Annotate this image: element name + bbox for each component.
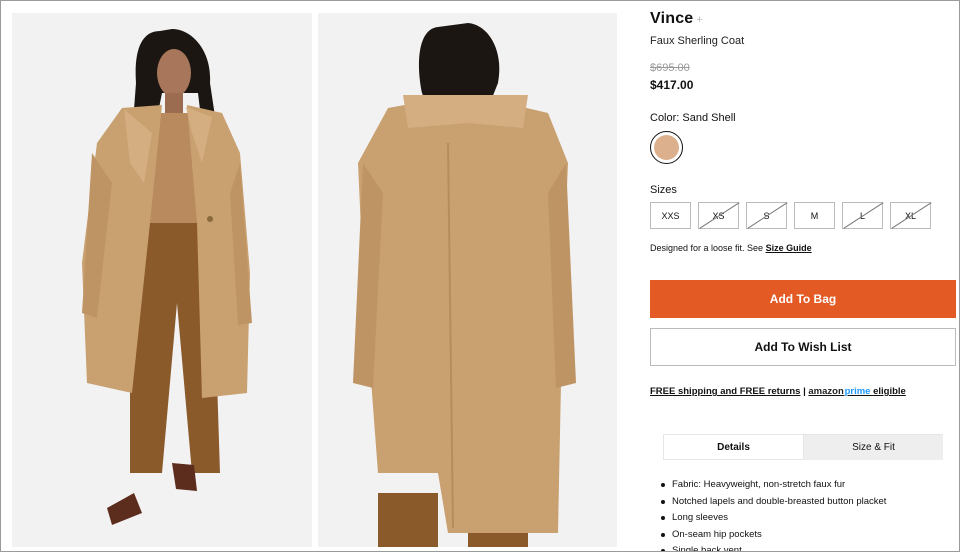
list-item: Single back vent [650, 543, 886, 551]
brand-name[interactable]: Vince + [650, 10, 703, 28]
sizes-label: Sizes [650, 184, 677, 196]
amazon-logo: amazon [808, 386, 844, 397]
shipping-info: FREE shipping and FREE returns | amazon … [650, 386, 906, 397]
size-guide-link[interactable]: Size Guide [766, 243, 812, 253]
sale-price: $417.00 [650, 78, 694, 92]
size-option-l[interactable]: L [842, 202, 883, 229]
list-item: Long sleeves [650, 510, 886, 527]
product-name: Faux Sherling Coat [650, 35, 745, 47]
list-item: On-seam hip pockets [650, 527, 886, 544]
eligible-text: eligible [873, 386, 906, 397]
size-option-xxs[interactable]: XXS [650, 202, 691, 229]
list-item: Fabric: Heavyweight, non-stretch faux fu… [650, 477, 886, 494]
swatch-fill [654, 135, 679, 160]
color-label: Color: Sand Shell [650, 112, 736, 124]
prime-logo: prime [844, 386, 871, 397]
size-selector: XXS XS S M L XL [650, 202, 931, 229]
info-tabs: Details Size & Fit [663, 435, 943, 460]
product-page: Vince + Faux Sherling Coat $695.00 $417.0… [0, 0, 960, 552]
size-option-xs[interactable]: XS [698, 202, 739, 229]
free-shipping-link[interactable]: FREE shipping and FREE returns [650, 386, 800, 397]
size-option-xl[interactable]: XL [890, 202, 931, 229]
tab-details[interactable]: Details [663, 435, 804, 460]
product-image-back[interactable] [318, 13, 617, 547]
original-price: $695.00 [650, 62, 690, 74]
model-back-illustration [318, 13, 617, 547]
details-list: Fabric: Heavyweight, non-stretch faux fu… [650, 477, 886, 551]
shipping-separator: | [803, 386, 806, 397]
follow-brand-icon[interactable]: + [696, 14, 703, 26]
size-option-s[interactable]: S [746, 202, 787, 229]
list-item: Notched lapels and double-breasted butto… [650, 494, 886, 511]
color-swatch-sand-shell[interactable] [650, 131, 683, 164]
add-to-bag-button[interactable]: Add To Bag [650, 280, 956, 318]
fit-note-text: Designed for a loose fit. See [650, 243, 766, 253]
amazon-prime-link[interactable]: amazon prime eligible [808, 386, 905, 397]
model-front-illustration [12, 13, 312, 547]
tab-size-fit[interactable]: Size & Fit [804, 435, 943, 460]
add-to-wish-list-button[interactable]: Add To Wish List [650, 328, 956, 366]
size-option-m[interactable]: M [794, 202, 835, 229]
product-image-front[interactable] [12, 13, 312, 547]
fit-note: Designed for a loose fit. See Size Guide [650, 243, 812, 253]
brand-label: Vince [650, 10, 694, 27]
